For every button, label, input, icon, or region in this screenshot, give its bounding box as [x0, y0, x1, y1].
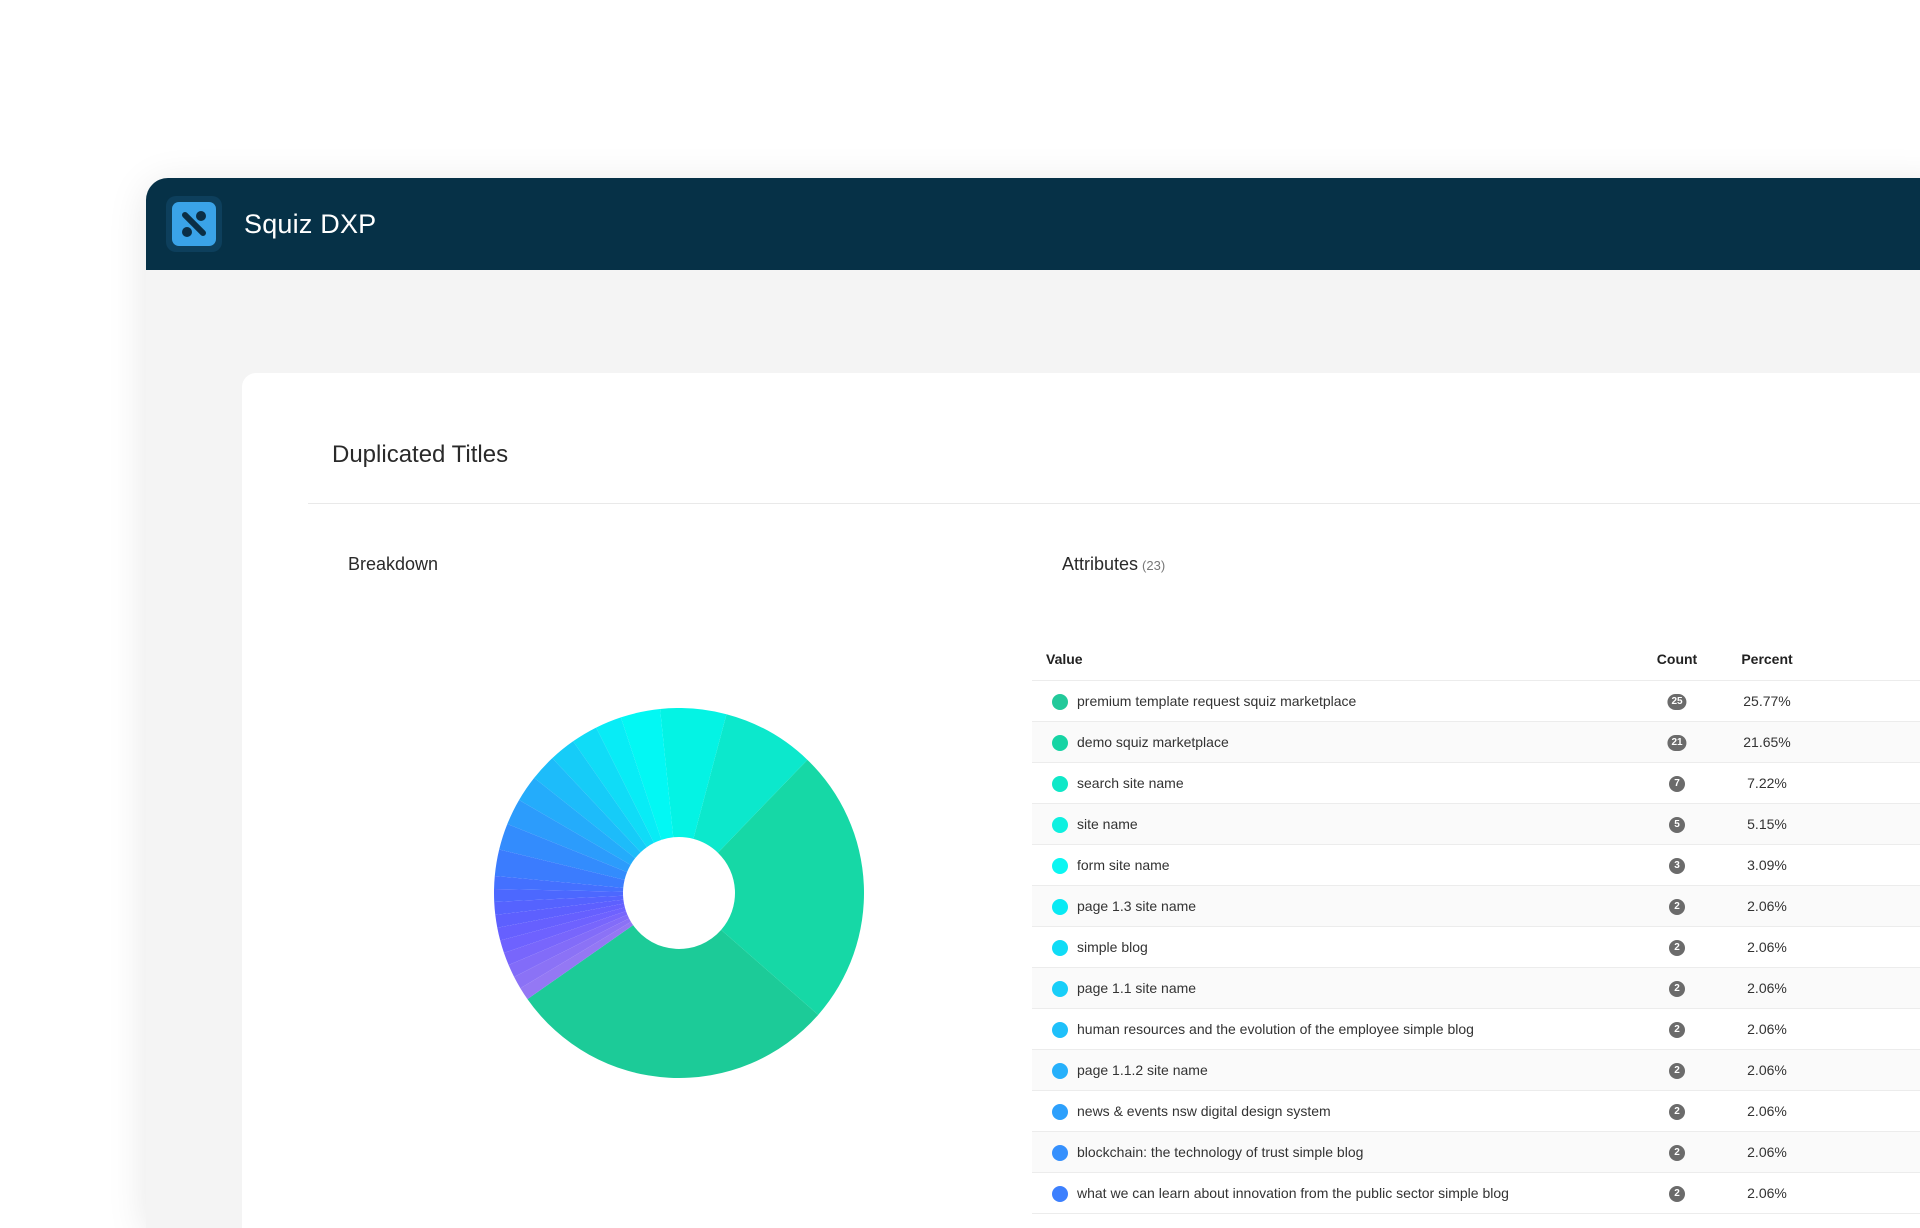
count-badge: 2 [1669, 1145, 1685, 1161]
count-badge: 2 [1669, 1104, 1685, 1120]
row-percent: 2.06% [1747, 939, 1787, 955]
table-row[interactable]: human resources and the evolution of the… [1032, 1009, 1920, 1050]
divider [308, 503, 1920, 504]
row-percent: 25.77% [1743, 693, 1791, 709]
color-dot-icon [1052, 940, 1068, 956]
table-row[interactable]: search site name 7 7.22% [1032, 763, 1920, 804]
top-bar: Squiz DXP [146, 178, 1920, 270]
color-dot-icon [1052, 858, 1068, 874]
row-value: form site name [1077, 857, 1170, 873]
table-row[interactable]: page 1.3 site name 2 2.06% [1032, 886, 1920, 927]
report-card: Duplicated Titles Breakdown Attributes (2… [242, 373, 1920, 1228]
row-value: search site name [1077, 775, 1184, 791]
table-header: Value Count Percent [1032, 631, 1920, 681]
row-percent: 2.06% [1747, 898, 1787, 914]
row-percent: 21.65% [1743, 734, 1791, 750]
table-row[interactable]: form site name 3 3.09% [1032, 845, 1920, 886]
count-badge: 5 [1669, 817, 1685, 833]
count-badge: 25 [1667, 694, 1687, 710]
count-badge: 2 [1669, 899, 1685, 915]
table-row[interactable]: demo squiz marketplace 21 21.65% [1032, 722, 1920, 763]
row-value: demo squiz marketplace [1077, 734, 1229, 750]
table-row[interactable]: news & events nsw digital design system 2… [1032, 1091, 1920, 1132]
row-value: page 1.1.2 site name [1077, 1062, 1208, 1078]
row-percent: 2.06% [1747, 980, 1787, 996]
table-row[interactable]: what we can learn about innovation from … [1032, 1173, 1920, 1214]
table-row[interactable]: page 1.1 site name 2 2.06% [1032, 968, 1920, 1009]
row-percent: 3.09% [1747, 857, 1787, 873]
table-row[interactable]: simple blog 2 2.06% [1032, 927, 1920, 968]
attributes-count: (23) [1142, 558, 1166, 573]
attributes-heading: Attributes (23) [1062, 554, 1165, 575]
color-dot-icon [1052, 694, 1068, 710]
row-percent: 2.06% [1747, 1185, 1787, 1201]
squiz-logo[interactable] [166, 196, 222, 252]
row-percent: 2.06% [1747, 1144, 1787, 1160]
table-body: premium template request squiz marketpla… [1032, 681, 1920, 1214]
squiz-logo-icon [172, 202, 216, 246]
color-dot-icon [1052, 817, 1068, 833]
count-badge: 2 [1669, 1022, 1685, 1038]
app-title: Squiz DXP [244, 208, 377, 239]
table-row[interactable]: blockchain: the technology of trust simp… [1032, 1132, 1920, 1173]
row-value: news & events nsw digital design system [1077, 1103, 1331, 1119]
count-badge: 2 [1669, 940, 1685, 956]
row-value: what we can learn about innovation from … [1077, 1185, 1509, 1201]
page-title: Duplicated Titles [332, 441, 509, 468]
row-percent: 2.06% [1747, 1021, 1787, 1037]
breakdown-donut-chart [494, 708, 864, 1078]
count-badge: 3 [1669, 858, 1685, 874]
row-value: blockchain: the technology of trust simp… [1077, 1144, 1364, 1160]
column-header-value[interactable]: Value [1046, 651, 1083, 667]
row-value: human resources and the evolution of the… [1077, 1021, 1474, 1037]
color-dot-icon [1052, 1104, 1068, 1120]
color-dot-icon [1052, 981, 1068, 997]
count-badge: 2 [1669, 1063, 1685, 1079]
row-percent: 2.06% [1747, 1103, 1787, 1119]
row-value: simple blog [1077, 939, 1148, 955]
table-row[interactable]: premium template request squiz marketpla… [1032, 681, 1920, 722]
count-badge: 21 [1667, 735, 1687, 751]
row-value: site name [1077, 816, 1138, 832]
row-percent: 2.06% [1747, 1062, 1787, 1078]
column-header-count[interactable]: Count [1657, 651, 1697, 667]
row-percent: 5.15% [1747, 816, 1787, 832]
color-dot-icon [1052, 1022, 1068, 1038]
color-dot-icon [1052, 735, 1068, 751]
color-dot-icon [1052, 776, 1068, 792]
table-row[interactable]: page 1.1.2 site name 2 2.06% [1032, 1050, 1920, 1091]
color-dot-icon [1052, 1145, 1068, 1161]
app-window: Squiz DXP Duplicated Titles Breakdown At… [146, 178, 1920, 1228]
row-percent: 7.22% [1747, 775, 1787, 791]
count-badge: 2 [1669, 981, 1685, 997]
attributes-table: Value Count Percent premium template req… [1032, 631, 1920, 1214]
color-dot-icon [1052, 899, 1068, 915]
column-header-percent[interactable]: Percent [1741, 651, 1792, 667]
color-dot-icon [1052, 1063, 1068, 1079]
row-value: page 1.3 site name [1077, 898, 1197, 914]
count-badge: 7 [1669, 776, 1685, 792]
breakdown-heading: Breakdown [348, 554, 439, 574]
row-value: page 1.1 site name [1077, 980, 1197, 996]
attributes-label: Attributes [1062, 554, 1139, 574]
table-row[interactable]: site name 5 5.15% [1032, 804, 1920, 845]
row-value: premium template request squiz marketpla… [1077, 693, 1357, 709]
